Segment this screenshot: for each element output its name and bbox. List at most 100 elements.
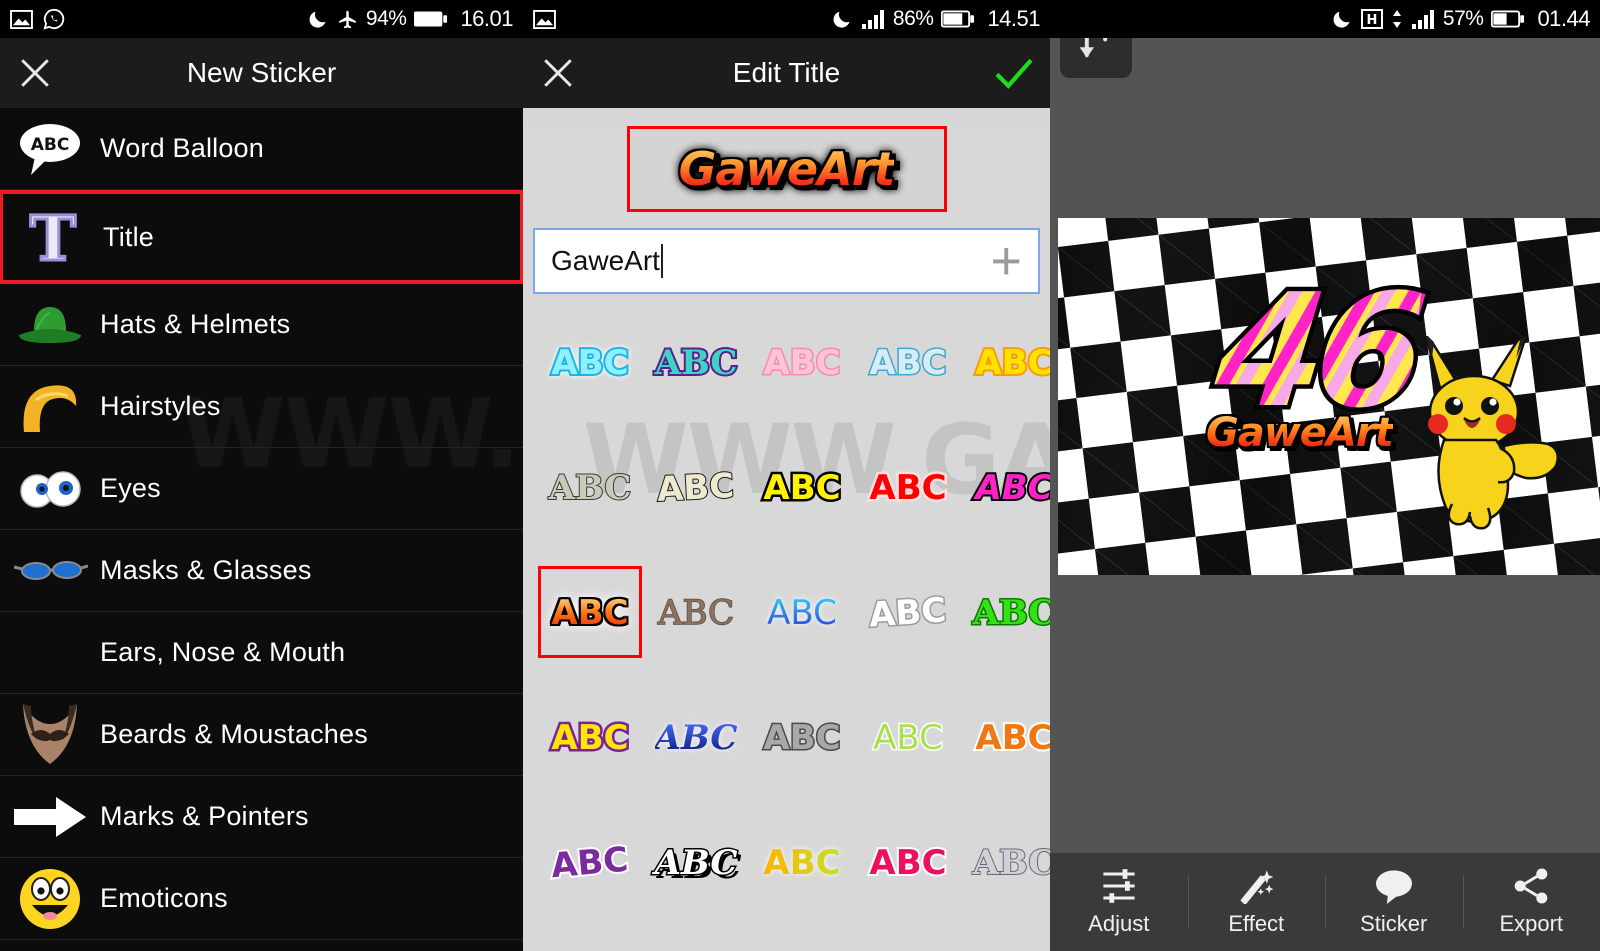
battery-icon	[941, 10, 975, 28]
sidebar-item-hats-helmets[interactable]: Hats & Helmets	[0, 284, 523, 366]
font-style-cell[interactable]: ABC	[855, 425, 961, 550]
sidebar-item-label: Marks & Pointers	[100, 801, 309, 831]
signal-bars-icon	[1411, 9, 1435, 29]
title-input-value[interactable]: GaweArt	[551, 245, 660, 277]
text-caret	[660, 244, 663, 278]
font-style-cell[interactable]: ABC	[961, 550, 1050, 675]
toolbar-label: Effect	[1228, 910, 1285, 936]
plus-icon[interactable]: +	[990, 233, 1022, 288]
font-style-cell-selected[interactable]: ABC	[537, 550, 643, 675]
toolbar-button-effect[interactable]: Effect	[1187, 853, 1326, 951]
battery-percent-1: 94%	[365, 7, 407, 30]
gallery-icon	[10, 9, 33, 29]
toolbar-button-adjust[interactable]: Adjust	[1050, 853, 1188, 951]
font-style-cell[interactable]: ABC	[537, 300, 643, 425]
font-style-cell[interactable]: ABC	[537, 800, 643, 925]
font-style-cell[interactable]: ABC	[855, 675, 961, 800]
hairstyle-icon	[0, 366, 100, 447]
hspa-network-icon: H	[1360, 9, 1383, 29]
sliders-icon	[1103, 868, 1135, 903]
no-icon	[0, 612, 100, 693]
font-style-cell[interactable]: ABC	[643, 675, 749, 800]
font-style-cell[interactable]: ABC	[855, 300, 961, 425]
sidebar-item-marks-pointers[interactable]: Marks & Pointers	[0, 776, 523, 858]
sidebar-item-label: Title	[103, 221, 155, 252]
font-style-cell[interactable]: ABC	[749, 300, 855, 425]
font-style-cell[interactable]: ABC	[643, 425, 749, 550]
panel-editor: H 57% 01.44 46 GaweArt Adjust Effect Sti…	[1050, 0, 1600, 951]
check-icon	[995, 58, 1033, 89]
image-canvas[interactable]: 46 46 GaweArt	[1058, 218, 1600, 575]
page-title-1: New Sticker	[186, 57, 337, 88]
confirm-button[interactable]	[978, 56, 1050, 90]
font-row: ABC ABC ABC ABC ABC	[523, 675, 1050, 800]
font-style-cell[interactable]: ABC	[961, 800, 1050, 925]
font-style-cell[interactable]: ABC	[537, 425, 643, 550]
clock-3: 01.44	[1537, 6, 1590, 31]
svg-text:H: H	[1366, 13, 1377, 28]
font-style-cell[interactable]: ABC	[643, 550, 749, 675]
sidebar-item-word-balloon[interactable]: ABC Word Balloon	[0, 108, 523, 190]
battery-icon	[414, 10, 448, 28]
font-row: ABC ABC ABC ABC ABC	[523, 300, 1050, 425]
toolbar-label: Sticker	[1360, 910, 1428, 936]
status-right-1: 94% 16.01	[308, 6, 513, 32]
clock-2: 14.51	[987, 6, 1040, 31]
sidebar-item-masks-glasses[interactable]: Masks & Glasses	[0, 530, 523, 612]
font-style-cell[interactable]: ABC	[643, 300, 749, 425]
sidebar-item-beards-moustaches[interactable]: Beards & Moustaches	[0, 694, 523, 776]
close-button-1[interactable]	[0, 56, 70, 90]
sticker-category-list: ABC Word Balloon T Title Hats & Helmets …	[0, 108, 523, 940]
close-button-2[interactable]	[523, 56, 593, 90]
page-title-2: Edit Title	[732, 57, 841, 88]
sidebar-item-title[interactable]: T Title	[0, 190, 523, 284]
share-icon	[1514, 867, 1548, 904]
gallery-icon	[533, 9, 556, 29]
battery-icon	[1491, 10, 1525, 28]
font-style-cell[interactable]: ABC	[749, 800, 855, 925]
font-row: ABC ABC ABC ABC ABC	[523, 550, 1050, 675]
do-not-disturb-icon	[1332, 9, 1353, 30]
font-style-cell[interactable]: ABC	[961, 300, 1050, 425]
editor-toolbar: Adjust Effect Sticker Export	[1050, 853, 1600, 951]
speech-bubble-icon	[1375, 869, 1412, 904]
do-not-disturb-icon	[308, 9, 329, 30]
font-row: ABC ABC ABC ABC ABC	[523, 800, 1050, 925]
toolbar-button-sticker[interactable]: Sticker	[1325, 853, 1463, 951]
status-right-2: 86% 14.51	[832, 6, 1040, 32]
font-style-cell[interactable]: ABC	[537, 675, 643, 800]
toolbar-label: Export	[1499, 910, 1564, 936]
font-style-cell[interactable]: ABC	[961, 675, 1050, 800]
title-t-icon: T	[3, 194, 103, 280]
font-style-cell[interactable]: ABC	[749, 675, 855, 800]
font-style-cell[interactable]: ABC	[749, 550, 855, 675]
title-preview-text: GaweArt	[678, 142, 896, 196]
sidebar-item-eyes[interactable]: Eyes	[0, 448, 523, 530]
panel-edit-title: 86% 14.51 Edit Title WWW.GAWEART.COM Gaw…	[523, 0, 1050, 951]
font-style-grid: ABC ABC ABC ABC ABC ABC ABC ABC ABC ABC …	[523, 300, 1050, 925]
status-bar-3: H 57% 01.44	[1050, 0, 1600, 38]
font-style-cell[interactable]: ABC	[643, 800, 749, 925]
edit-title-body: WWW.GAWEART.COM GaweArt GaweArt + ABC AB…	[523, 126, 1050, 951]
toolbar-button-export[interactable]: Export	[1462, 853, 1600, 951]
battery-percent-3: 57%	[1442, 7, 1484, 30]
sidebar-item-label: Emoticons	[100, 883, 228, 913]
sidebar-item-ears-nose-mouth[interactable]: Ears, Nose & Mouth	[0, 612, 523, 694]
svg-text:T: T	[30, 204, 76, 270]
font-style-cell[interactable]: ABC	[855, 550, 961, 675]
svg-text:ABC: ABC	[31, 135, 70, 155]
sidebar-item-emoticons[interactable]: Emoticons	[0, 858, 523, 940]
close-icon	[544, 59, 572, 87]
sidebar-item-hairstyles[interactable]: Hairstyles	[0, 366, 523, 448]
whatsapp-icon	[43, 8, 65, 30]
sidebar-item-label: Ears, Nose & Mouth	[100, 637, 346, 667]
beard-icon	[0, 694, 100, 775]
font-style-cell[interactable]: ABC	[961, 425, 1050, 550]
close-icon	[21, 59, 49, 87]
hat-icon	[0, 284, 100, 365]
status-right-3: H 57% 01.44	[1332, 6, 1590, 32]
font-style-cell[interactable]: ABC	[855, 800, 961, 925]
emoticon-icon	[0, 858, 100, 939]
font-style-cell[interactable]: ABC	[749, 425, 855, 550]
title-input-row[interactable]: GaweArt +	[533, 228, 1040, 294]
